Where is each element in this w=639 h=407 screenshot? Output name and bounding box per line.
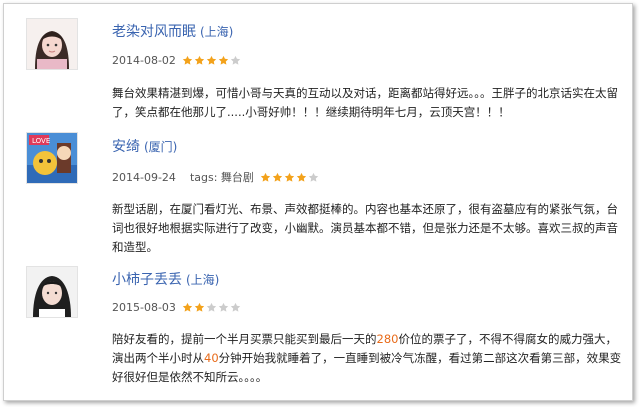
star-icon <box>218 55 229 66</box>
content-text: 舞台效果精湛到爆，可惜小哥与天真的互动以及对话，距离都站得好远。。。王胖子的北京… <box>112 86 618 119</box>
review-content: 陪好友看的，提前一个半月买票只能买到最后一天的280价位的票子了，不得不得腐女的… <box>112 330 626 387</box>
content-text: 陪好友看的，提前一个半月买票只能买到最后一天的 <box>112 332 377 346</box>
star-icon <box>194 302 205 313</box>
highlighted-number: 280 <box>376 332 399 346</box>
review-tags: tags: 舞台剧 <box>189 171 254 184</box>
username[interactable]: 老染对风而眠 <box>112 24 196 40</box>
star-icon <box>260 172 271 183</box>
highlighted-number: 40 <box>204 351 219 365</box>
user-location: (上海) <box>186 273 220 287</box>
review-date: 2014-09-24 <box>112 170 176 184</box>
review-date: 2015-08-03 <box>112 301 176 314</box>
star-icon <box>230 55 241 66</box>
star-icon <box>272 172 283 183</box>
star-icon <box>308 172 319 183</box>
review-date: 2014-08-02 <box>112 54 176 67</box>
username[interactable]: 小柿子丢丢 <box>112 272 182 288</box>
star-icon <box>206 55 217 66</box>
star-icon <box>296 172 307 183</box>
rating-stars <box>182 302 242 313</box>
user-location: (上海) <box>200 25 234 39</box>
rating-stars <box>260 172 320 183</box>
review-content: 舞台效果精湛到爆，可惜小哥与天真的互动以及对话，距离都站得好远。。。王胖子的北京… <box>112 84 626 122</box>
avatar[interactable]: LOVE <box>26 132 78 184</box>
content-text: 新型话剧，在厦门看灯光、布景、声效都挺棒的。内容也基本还原了，很有盗墓应有的紧张… <box>112 202 618 254</box>
rating-stars <box>182 55 242 66</box>
avatar[interactable] <box>26 18 78 70</box>
star-icon <box>284 172 295 183</box>
star-icon <box>182 302 193 313</box>
star-icon <box>230 302 241 313</box>
star-icon <box>194 55 205 66</box>
avatar[interactable] <box>26 266 78 318</box>
svg-text:LOVE: LOVE <box>32 137 50 145</box>
review-content: 新型话剧，在厦门看灯光、布景、声效都挺棒的。内容也基本还原了，很有盗墓应有的紧张… <box>112 200 626 257</box>
review-list: 老染对风而眠 (上海) 2014-08-02 舞台效果精湛到爆，可惜小哥与天真的互… <box>3 3 633 401</box>
star-icon <box>206 302 217 313</box>
user-location: (厦门) <box>144 140 178 154</box>
username[interactable]: 安绮 <box>112 139 140 155</box>
star-icon <box>218 302 229 313</box>
star-icon <box>182 55 193 66</box>
